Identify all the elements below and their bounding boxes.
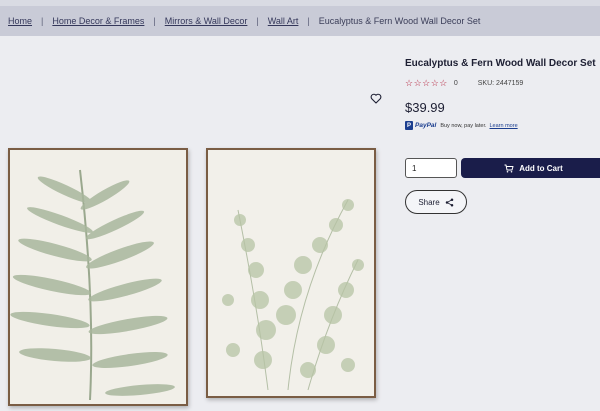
share-label: Share: [418, 197, 440, 207]
product-image-gallery: [0, 36, 385, 411]
paypal-learn-more-link[interactable]: Learn more: [490, 123, 518, 129]
sku-label: SKU: 2447159: [477, 80, 524, 87]
breadcrumb-separator: |: [256, 16, 259, 26]
fern-print-image[interactable]: [8, 148, 188, 406]
eucalyptus-print-image[interactable]: [206, 148, 376, 398]
paypal-text: Buy now, pay later.: [440, 122, 487, 129]
share-icon: [445, 198, 454, 207]
share-button[interactable]: Share: [405, 190, 467, 214]
breadcrumb-separator: |: [307, 16, 310, 26]
rating-row: ☆☆☆☆☆ 0 SKU: 2447159: [405, 78, 600, 89]
breadcrumb-mirrors[interactable]: Mirrors & Wall Decor: [165, 16, 248, 26]
product-price: $39.99: [405, 100, 445, 115]
cart-icon: [504, 164, 514, 173]
breadcrumb-wall-art[interactable]: Wall Art: [268, 16, 299, 26]
product-info: Eucalyptus & Fern Wood Wall Decor Set ☆☆…: [405, 58, 600, 130]
paypal-message: P PayPal Buy now, pay later. Learn more: [405, 121, 600, 130]
breadcrumb-current: Eucalyptus & Fern Wood Wall Decor Set: [318, 16, 481, 26]
breadcrumb-separator: |: [153, 16, 156, 26]
star-rating[interactable]: ☆☆☆☆☆: [405, 78, 448, 89]
review-count: 0: [453, 80, 458, 87]
breadcrumb-separator: |: [41, 16, 44, 26]
product-title: Eucalyptus & Fern Wood Wall Decor Set: [405, 58, 596, 69]
quantity-input[interactable]: [405, 158, 457, 178]
breadcrumb: Home | Home Decor & Frames | Mirrors & W…: [0, 6, 600, 36]
breadcrumb-home-decor[interactable]: Home Decor & Frames: [52, 16, 144, 26]
paypal-brand: PayPal: [415, 122, 437, 129]
heart-icon[interactable]: [368, 91, 384, 105]
breadcrumb-home[interactable]: Home: [8, 16, 32, 26]
paypal-icon: P: [405, 121, 413, 130]
add-to-cart-label: Add to Cart: [519, 163, 563, 173]
add-to-cart-button[interactable]: Add to Cart: [461, 158, 600, 178]
